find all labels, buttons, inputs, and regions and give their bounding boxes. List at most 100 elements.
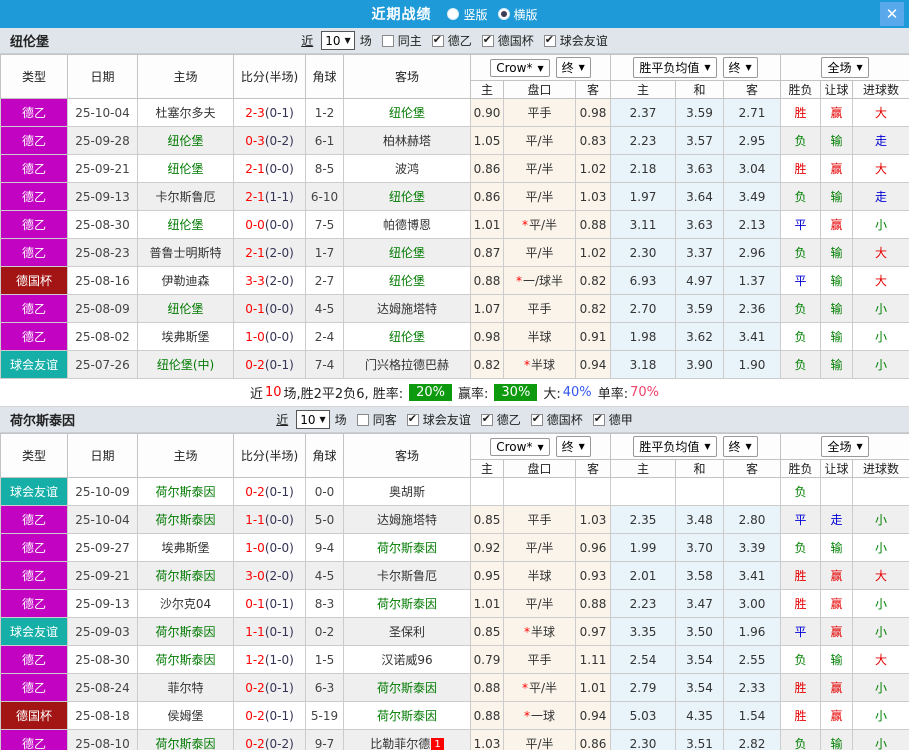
competition-checkbox-德国杯[interactable] xyxy=(481,33,494,47)
competition-label: 德乙 xyxy=(447,34,472,48)
close-button[interactable]: ✕ xyxy=(880,2,904,26)
header-col-corner: 角球 xyxy=(305,433,344,478)
match-date: 25-08-02 xyxy=(67,322,138,351)
result-handicap: 赢 xyxy=(820,617,854,646)
competition-checkbox-德乙[interactable] xyxy=(431,33,444,47)
handicap-value: 半球 xyxy=(527,569,552,583)
single-rate-value: 70% xyxy=(630,385,660,400)
odds-final-select[interactable]: 终 ▼ xyxy=(555,436,591,457)
away-team-name: 纽伦堡 xyxy=(388,190,425,204)
vertical-layout-label[interactable]: 竖版 xyxy=(463,6,487,23)
odds-final-select[interactable]: 终 ▼ xyxy=(555,57,591,78)
games-label: 场 xyxy=(359,34,372,48)
near-label: 近 xyxy=(276,413,289,427)
odds-home: 0.92 xyxy=(470,533,504,562)
odds-source-select[interactable]: Crow* ▼ xyxy=(490,438,550,456)
subheader-avg-draw: 和 xyxy=(675,459,725,478)
handicap-value: 平手 xyxy=(527,302,552,316)
scope-select[interactable]: 全场 ▼ xyxy=(821,57,869,78)
result-handicap: 输 xyxy=(820,322,854,351)
odds-home: 0.85 xyxy=(470,617,504,646)
match-date: 25-08-09 xyxy=(67,294,138,323)
odds-home: 0.82 xyxy=(470,350,504,379)
match-count-select[interactable]: 10 ▼ xyxy=(321,31,355,50)
type-badge: 德乙 xyxy=(0,673,68,702)
chevron-down-icon: ▼ xyxy=(537,63,544,73)
away-team-name: 门兴格拉德巴赫 xyxy=(364,358,449,372)
fulltime-score: 2-1 xyxy=(245,245,265,260)
type-badge: 德乙 xyxy=(0,645,68,674)
avg-home: 2.79 xyxy=(610,673,677,702)
avg-away: 1.90 xyxy=(723,350,782,379)
handicap xyxy=(503,477,576,506)
avg-final-select[interactable]: 终 ▼ xyxy=(722,436,758,457)
result-goals: 小 xyxy=(852,294,909,323)
away-team: 帕德博恩 xyxy=(343,210,471,239)
chevron-down-icon: ▼ xyxy=(704,63,711,72)
same-venue-checkbox[interactable] xyxy=(356,413,369,426)
header-col-away: 客场 xyxy=(343,433,471,478)
horizontal-layout-label[interactable]: 横版 xyxy=(514,6,538,23)
horizontal-layout-radio[interactable] xyxy=(497,8,510,20)
corner-count: 5-19 xyxy=(305,701,344,730)
halftime-score: (0-1) xyxy=(264,105,294,120)
competition-checkbox-德乙[interactable] xyxy=(480,412,493,426)
scope-select[interactable]: 全场 ▼ xyxy=(821,436,869,457)
avg-odds-select[interactable]: 胜平负均值 ▼ xyxy=(633,57,717,78)
handicap-value: 半球 xyxy=(527,330,552,344)
summary-record: 场,胜2平2负6, 胜率: xyxy=(283,387,404,402)
red-card-badge: 1 xyxy=(431,738,444,750)
handicap: 平/半 xyxy=(503,182,576,211)
competition-label: 德国杯 xyxy=(497,34,534,48)
avg-home: 2.23 xyxy=(610,126,677,155)
avg-draw: 3.50 xyxy=(675,617,725,646)
vertical-layout-radio[interactable] xyxy=(447,8,460,20)
halftime-score: (0-1) xyxy=(264,708,294,723)
table-row: 德乙 25-08-30 荷尔斯泰因 1-2(1-0) 1-5 汉诺威96 0.79 平手 1.1… xyxy=(0,645,909,674)
competition-checkbox-德甲[interactable] xyxy=(592,412,605,426)
table-row: 球会友谊 25-10-09 荷尔斯泰因 0-2(0-1) 0-0 奥胡斯负 xyxy=(0,477,909,506)
competition-label: 球会友谊 xyxy=(422,413,471,427)
odds-home: 0.86 xyxy=(470,154,504,183)
odds-home: 1.01 xyxy=(470,589,504,618)
halftime-score: (0-2) xyxy=(264,736,294,750)
match-score: 1-0(0-0) xyxy=(233,322,306,351)
result-wdl: 平 xyxy=(780,505,822,534)
odds-home: 1.01 xyxy=(470,210,504,239)
avg-home: 2.23 xyxy=(610,589,677,618)
result-goals: 小 xyxy=(852,350,909,379)
avg-final-select[interactable]: 终 ▼ xyxy=(722,57,758,78)
big-rate-value: 40% xyxy=(562,385,592,400)
result-handicap: 赢 xyxy=(820,98,854,127)
same-venue-checkbox[interactable] xyxy=(381,34,394,47)
fulltime-score: 2-1 xyxy=(245,161,265,176)
odds-source-select[interactable]: Crow* ▼ xyxy=(490,59,550,77)
chevron-down-icon: ▼ xyxy=(319,415,326,424)
handicap: 平/半 xyxy=(503,589,576,618)
avg-draw: 3.64 xyxy=(675,182,725,211)
avg-home: 2.30 xyxy=(610,729,677,750)
table-row: 德乙 25-08-02 埃弗斯堡 1-0(0-0) 2-4 纽伦堡 0.98 半球 0.91 1.… xyxy=(0,322,909,351)
competition-checkbox-球会友谊[interactable] xyxy=(406,412,419,426)
header-col-home: 主场 xyxy=(137,433,234,478)
away-team: 达姆施塔特 xyxy=(343,294,471,323)
corner-count: 8-3 xyxy=(305,589,344,618)
odds-away: 0.86 xyxy=(574,729,612,750)
corner-count: 1-5 xyxy=(305,645,344,674)
header-col-score: 比分(半场) xyxy=(233,54,306,99)
result-handicap: 输 xyxy=(820,350,854,379)
competition-checkbox-球会友谊[interactable] xyxy=(543,33,556,47)
avg-odds-select[interactable]: 胜平负均值 ▼ xyxy=(633,436,717,457)
type-badge: 球会友谊 xyxy=(0,350,68,379)
home-team: 沙尔克04 xyxy=(137,589,234,618)
match-date: 25-09-21 xyxy=(67,561,138,590)
chevron-down-icon: ▼ xyxy=(578,63,585,72)
avg-draw: 3.54 xyxy=(675,645,725,674)
subheader-avg-away: 客 xyxy=(723,80,782,99)
competition-label: 德国杯 xyxy=(546,413,583,427)
avg-odds-group: 胜平负均值 ▼ 终 ▼ xyxy=(610,433,782,460)
result-handicap: 输 xyxy=(820,266,854,295)
match-count-select[interactable]: 10 ▼ xyxy=(296,410,330,429)
corner-count: 8-5 xyxy=(305,154,344,183)
competition-checkbox-德国杯[interactable] xyxy=(530,412,543,426)
